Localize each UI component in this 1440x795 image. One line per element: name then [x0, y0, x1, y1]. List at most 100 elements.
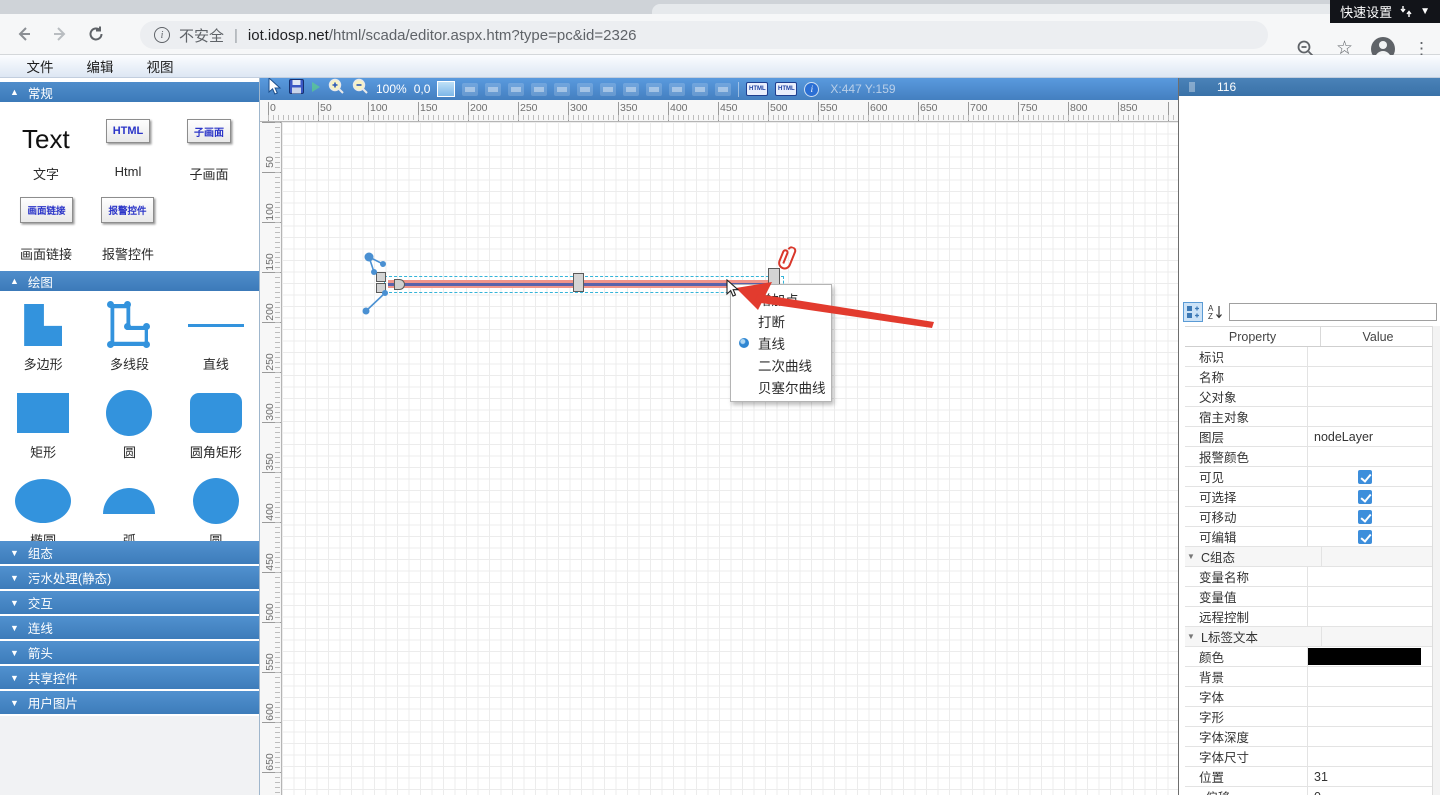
- property-value-cell[interactable]: [1307, 507, 1421, 526]
- property-row[interactable]: ▼ 字形: [1185, 707, 1435, 727]
- collapsed-section-bar[interactable]: ▼ 共享控件: [0, 666, 259, 689]
- address-bar[interactable]: i 不安全 | iot.idosp.net/html/scada/editor.…: [140, 21, 1268, 49]
- section-general-header[interactable]: ▲ 常规: [0, 82, 259, 102]
- property-row[interactable]: ▼ 字体: [1185, 687, 1435, 707]
- property-value-cell[interactable]: [1307, 727, 1421, 746]
- html-preview-icon[interactable]: HTML: [775, 82, 797, 96]
- property-row[interactable]: ▼ 位置 31: [1185, 767, 1435, 787]
- property-row[interactable]: ▼ 标识: [1185, 347, 1435, 367]
- property-value-cell[interactable]: 0: [1307, 787, 1421, 795]
- property-row[interactable]: ▼ 名称: [1185, 367, 1435, 387]
- menu-item[interactable]: 视图: [140, 56, 180, 76]
- property-value-cell[interactable]: [1307, 467, 1421, 486]
- property-value-cell[interactable]: [1321, 547, 1435, 566]
- menu-item[interactable]: 编辑: [80, 56, 120, 76]
- property-row[interactable]: ▼ 变量值: [1185, 587, 1435, 607]
- property-row[interactable]: ▼ 宿主对象: [1185, 407, 1435, 427]
- property-value-cell[interactable]: [1307, 687, 1421, 706]
- reload-icon[interactable]: [84, 22, 108, 46]
- property-row[interactable]: ▼ L标签文本: [1185, 627, 1435, 647]
- section-drawing-header[interactable]: ▲ 绘图: [0, 271, 259, 291]
- checkbox-checked-icon[interactable]: [1358, 490, 1372, 504]
- palette-item-alarm-control[interactable]: 报警控件: [101, 197, 154, 223]
- property-value-cell[interactable]: [1307, 667, 1421, 686]
- property-value-cell[interactable]: [1321, 627, 1435, 646]
- browser-tab[interactable]: [652, 4, 1336, 14]
- property-row[interactable]: ▼ 可编辑: [1185, 527, 1435, 547]
- back-icon[interactable]: [12, 22, 36, 46]
- property-row[interactable]: ▼ 远程控制: [1185, 607, 1435, 627]
- property-value-cell[interactable]: [1307, 447, 1421, 466]
- property-row[interactable]: ▼ 颜色 #000000: [1185, 647, 1435, 667]
- property-value-cell[interactable]: [1307, 487, 1421, 506]
- checkbox-checked-icon[interactable]: [1358, 530, 1372, 544]
- context-menu-item[interactable]: 贝塞尔曲线: [731, 376, 831, 398]
- context-menu-item[interactable]: 二次曲线: [731, 354, 831, 376]
- property-row[interactable]: ▼ x偏移 0: [1185, 787, 1435, 795]
- html-export-icon[interactable]: HTML: [746, 82, 768, 96]
- line-midpoint-handle[interactable]: [573, 273, 584, 292]
- line-knob-handle[interactable]: [394, 279, 405, 290]
- property-row[interactable]: ▼ 字体尺寸: [1185, 747, 1435, 767]
- page-info-icon[interactable]: i: [154, 27, 170, 43]
- collapsed-section-bar[interactable]: ▼ 组态: [0, 541, 259, 564]
- palette-shape-item[interactable]: 圆: [86, 388, 172, 476]
- image-tool-icon[interactable]: [437, 81, 455, 97]
- info-icon[interactable]: i: [804, 82, 819, 97]
- property-row[interactable]: ▼ 可移动: [1185, 507, 1435, 527]
- property-value-cell[interactable]: 31: [1307, 767, 1421, 786]
- property-row[interactable]: ▼ 字体深度: [1185, 727, 1435, 747]
- property-value-cell[interactable]: #000000: [1307, 647, 1421, 666]
- palette-shape-item[interactable]: 矩形: [0, 388, 86, 476]
- palette-item-text[interactable]: Text: [22, 124, 70, 155]
- pointer-tool-icon[interactable]: [268, 78, 282, 100]
- property-row[interactable]: ▼ 父对象: [1185, 387, 1435, 407]
- sort-az-icon[interactable]: AZ: [1205, 302, 1225, 322]
- property-value-cell[interactable]: [1307, 407, 1421, 426]
- property-value-cell[interactable]: [1307, 367, 1421, 386]
- forward-icon[interactable]: [48, 22, 72, 46]
- collapsed-section-bar[interactable]: ▼ 交互: [0, 591, 259, 614]
- control-handle-icon[interactable]: [360, 290, 392, 316]
- checkbox-checked-icon[interactable]: [1358, 510, 1372, 524]
- property-value-cell[interactable]: [1307, 707, 1421, 726]
- property-value-cell[interactable]: nodeLayer: [1307, 427, 1421, 446]
- collapsed-section-bar[interactable]: ▼ 箭头: [0, 641, 259, 664]
- properties-scrollbar[interactable]: [1432, 326, 1440, 795]
- property-value-cell[interactable]: [1307, 567, 1421, 586]
- property-value-cell[interactable]: [1307, 747, 1421, 766]
- run-icon[interactable]: [311, 80, 321, 98]
- quick-settings-caret-icon[interactable]: ▼: [1420, 6, 1430, 17]
- design-canvas[interactable]: 增加点 打断 直线: [282, 122, 1178, 795]
- collapsed-section-bar[interactable]: ▼ 污水处理(静态): [0, 566, 259, 589]
- property-row[interactable]: ▼ 可选择: [1185, 487, 1435, 507]
- rotate-handle-icon[interactable]: [362, 250, 392, 278]
- save-icon[interactable]: [289, 79, 304, 99]
- palette-item-html[interactable]: HTML: [106, 119, 150, 143]
- section-collapse-icon[interactable]: ▼: [1187, 632, 1199, 641]
- section-collapse-icon[interactable]: ▼: [1187, 552, 1199, 561]
- property-value-cell[interactable]: [1307, 607, 1421, 626]
- checkbox-checked-icon[interactable]: [1358, 470, 1372, 484]
- layout-toggle-icon[interactable]: [1399, 5, 1413, 18]
- property-value-cell[interactable]: [1307, 527, 1421, 546]
- property-value-cell[interactable]: [1307, 387, 1421, 406]
- quick-settings-button[interactable]: 快速设置 ▼: [1330, 0, 1440, 23]
- property-row[interactable]: ▼ 可见: [1185, 467, 1435, 487]
- property-row[interactable]: ▼ 背景: [1185, 667, 1435, 687]
- property-row[interactable]: ▼ C组态: [1185, 547, 1435, 567]
- palette-item-screen-link[interactable]: 画面链接: [20, 197, 73, 223]
- context-menu-item[interactable]: 直线: [731, 332, 831, 354]
- palette-shape-item[interactable]: 多线段: [86, 300, 172, 388]
- categorized-view-icon[interactable]: [1183, 302, 1203, 322]
- palette-shape-item[interactable]: 圆角矩形: [173, 388, 259, 476]
- property-value-cell[interactable]: [1307, 347, 1421, 366]
- property-row[interactable]: ▼ 报警颜色: [1185, 447, 1435, 467]
- property-row[interactable]: ▼ 图层 nodeLayer: [1185, 427, 1435, 447]
- palette-shape-item[interactable]: 直线: [173, 300, 259, 388]
- menu-item[interactable]: 文件: [20, 56, 60, 76]
- property-filter-input[interactable]: [1229, 303, 1437, 321]
- palette-shape-item[interactable]: 多边形: [0, 300, 86, 388]
- property-value-cell[interactable]: [1307, 587, 1421, 606]
- palette-item-subview[interactable]: 子画面: [187, 119, 231, 143]
